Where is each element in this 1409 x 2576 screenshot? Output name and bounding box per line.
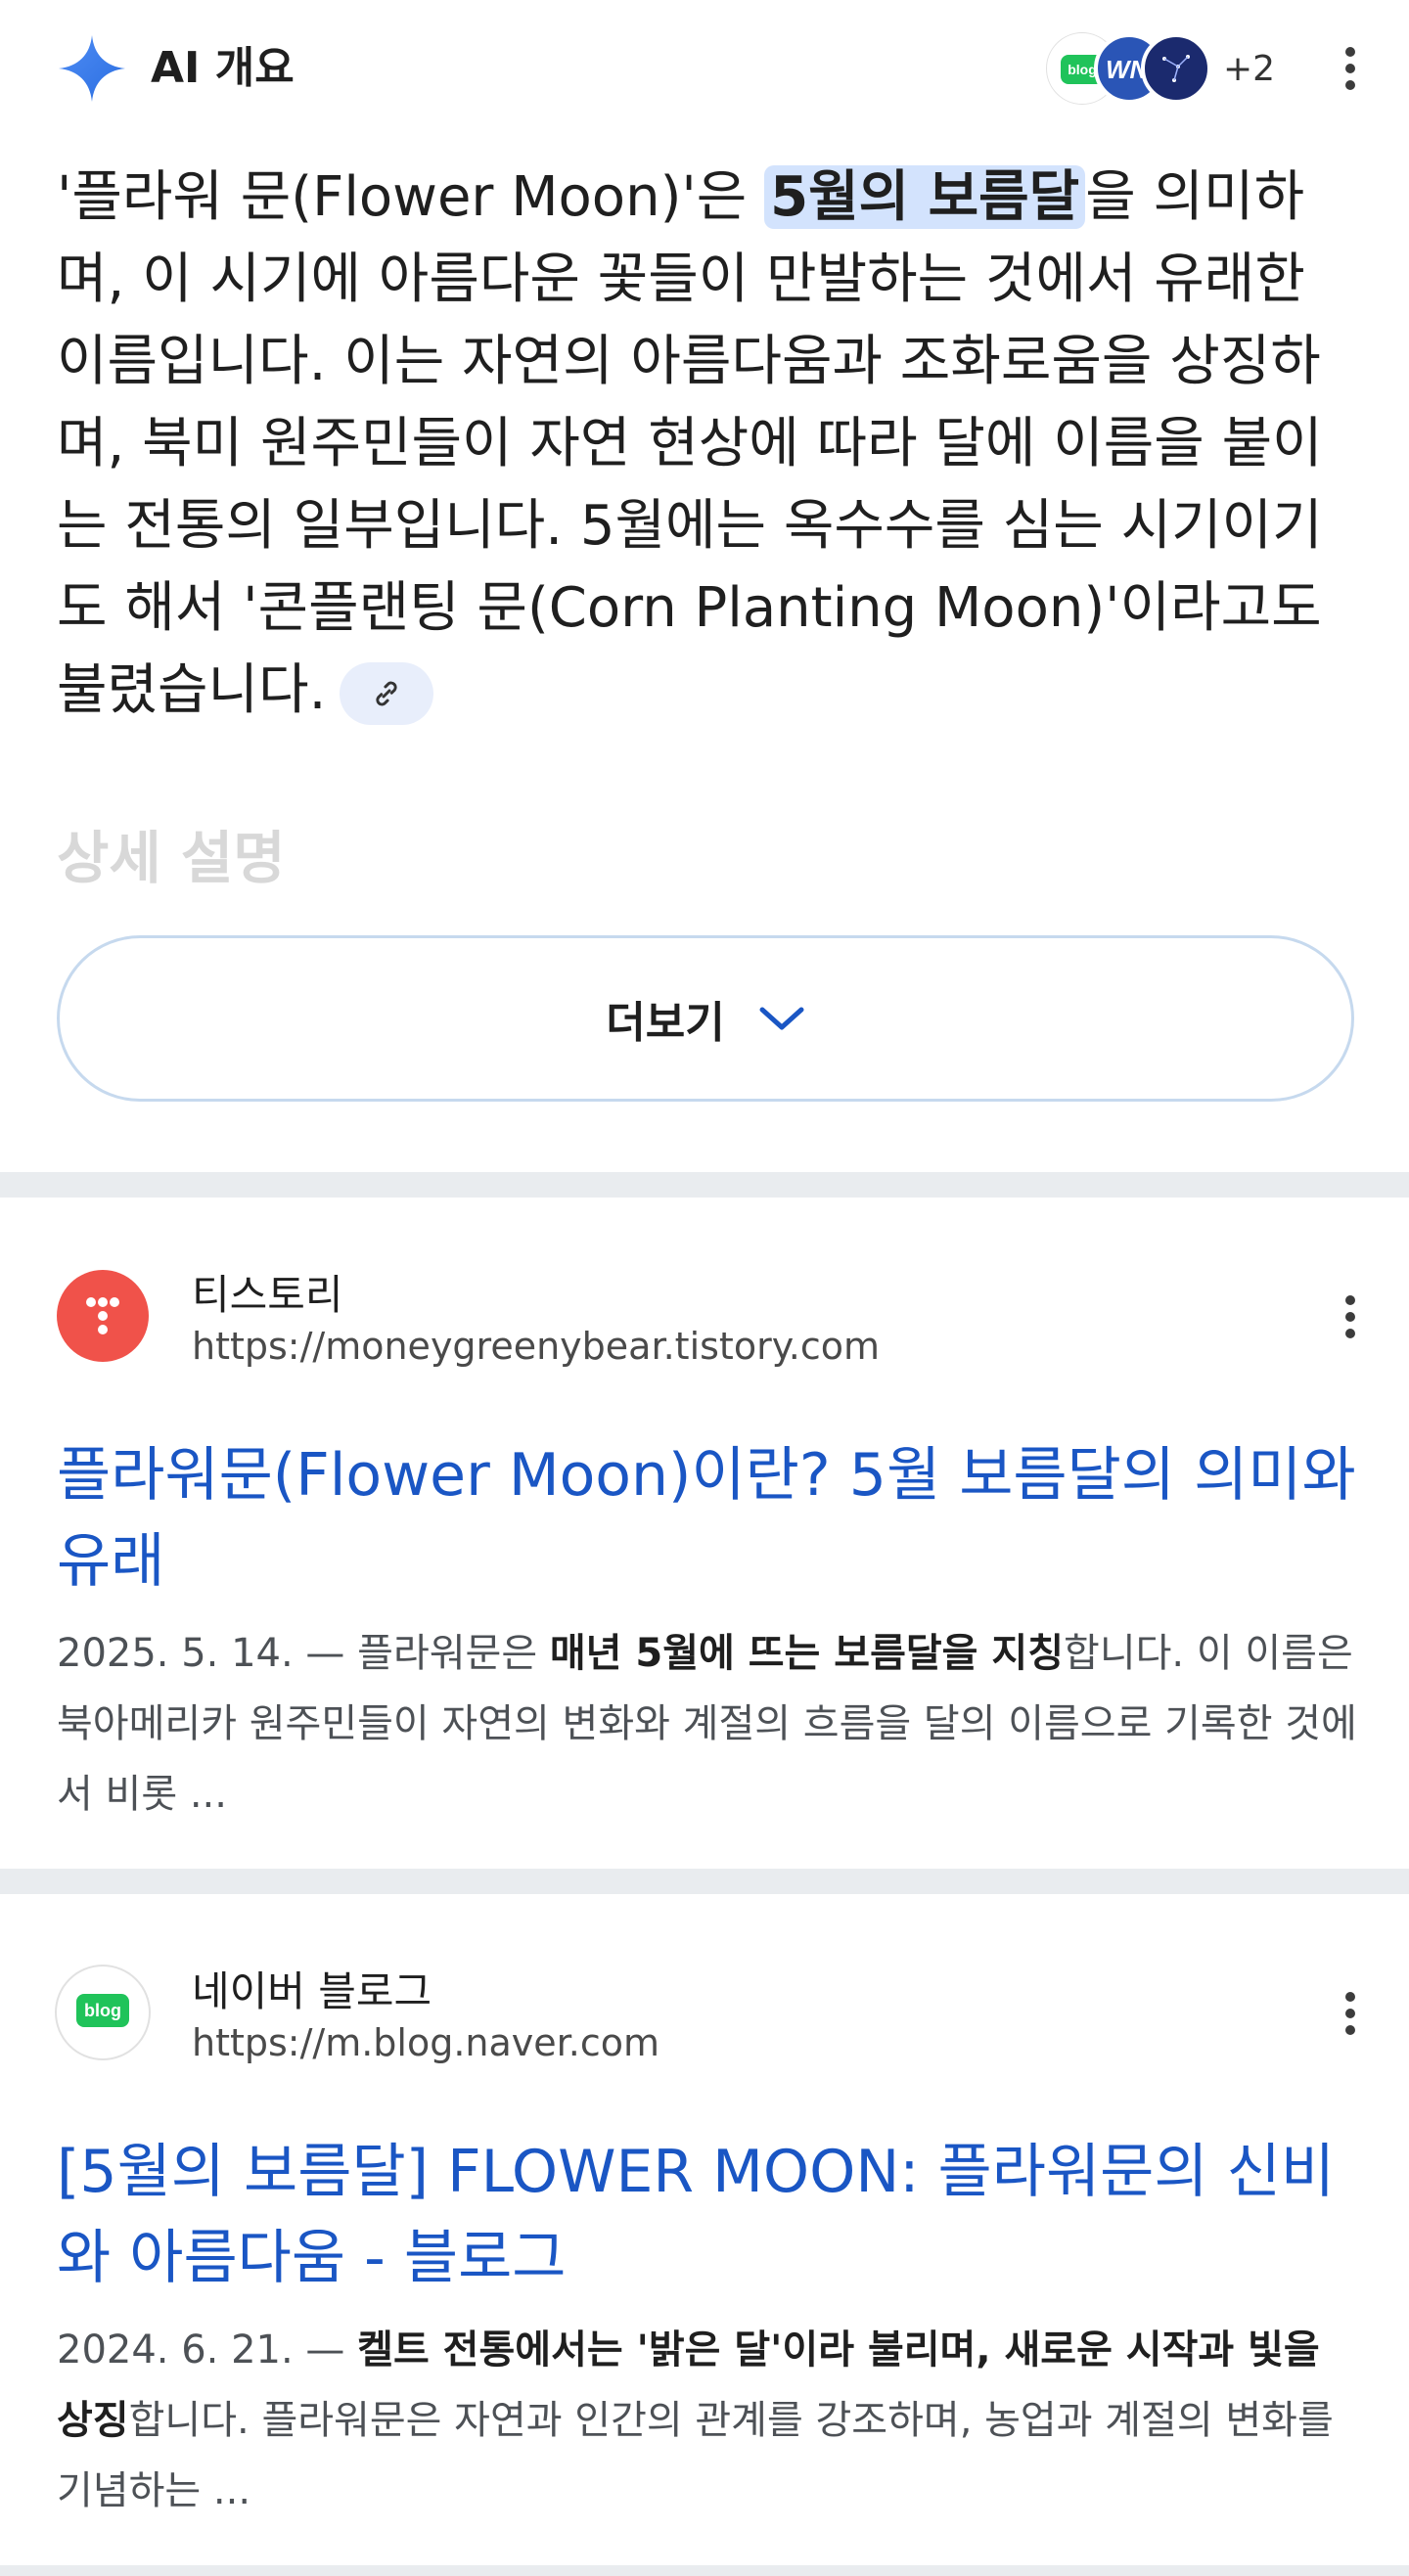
snippet-part: 플라워문은 [357,1631,550,1676]
result-date: 2025. 5. 14. — [57,1631,358,1676]
result-snippet: 2024. 6. 21. — 켈트 전통에서는 '밝은 달'이라 불리며, 새로… [57,2315,1358,2526]
tistory-logo [86,1297,119,1334]
show-more-button[interactable]: 더보기 [57,935,1354,1102]
snippet-bold: 매년 5월에 뜨는 보름달을 지칭 [549,1631,1065,1676]
result-url[interactable]: https://moneygreenybear.tistory.com [192,1325,880,1368]
ai-overview-text: '플라워 문(Flower Moon)'은 5월의 보름달 을 의미하며, 이 시… [57,157,1368,732]
search-result: blog 네이버 블로그 https://m.blog.naver.com [5… [0,1894,1409,2565]
section-divider [0,1172,1409,1198]
search-result: 티스토리 https://moneygreenybear.tistory.com… [0,1198,1409,1869]
search-results-page: AI 개요 blog WN +2 '플라워 문(Flower Moon)'은 5… [0,0,1409,2576]
ai-text-highlight: 5월의 보름달 [764,165,1086,229]
section-divider [0,1869,1409,1894]
tistory-icon[interactable] [57,1270,149,1362]
ai-overview-header: AI 개요 blog WN +2 [57,33,1370,104]
source-avatar-star[interactable] [1141,33,1211,104]
source-link-chip[interactable] [340,661,434,725]
ai-overview-card: AI 개요 blog WN +2 '플라워 문(Flower Moon)'은 5… [0,0,1409,1172]
link-icon [376,681,398,706]
ai-overview-title: AI 개요 [151,43,295,93]
section-divider [0,2565,1409,2576]
result-overflow-menu-icon[interactable] [1331,1986,1370,2041]
result-date: 2024. 6. 21. — [57,2327,358,2373]
result-site-name: 네이버 블로그 [192,1967,432,2015]
result-title-link[interactable]: [5월의 보름달] FLOWER MOON: 플라워문의 신비와 아름다움 - … [57,2129,1358,2301]
more-sources-count[interactable]: +2 [1223,49,1275,89]
chevron-down-icon [759,1007,804,1030]
result-snippet: 2025. 5. 14. — 플라워문은 매년 5월에 뜨는 보름달을 지칭합니… [57,1618,1358,1830]
ai-text-after: 을 의미하며, 이 시기에 아름다운 꽃들이 만발하는 것에서 유래한 이름입니… [57,165,1323,722]
blog-badge: blog [76,1994,129,2027]
result-url[interactable]: https://m.blog.naver.com [192,2021,659,2064]
gemini-spark-icon [59,35,125,102]
result-title-link[interactable]: 플라워문(Flower Moon)이란? 5월 보름달의 의미와 유래 [57,1432,1358,1604]
result-site-name: 티스토리 [192,1271,343,1319]
faded-section-heading: 상세 설명 [57,825,286,891]
snippet-part: 합니다. 플라워문은 자연과 인간의 관계를 강조하며, 농업과 계절의 변화를… [57,2398,1334,2513]
overflow-menu-icon[interactable] [1331,41,1370,96]
result-overflow-menu-icon[interactable] [1331,1289,1370,1344]
source-avatars[interactable]: blog WN +2 [1047,33,1301,104]
constellation-icon [1162,55,1190,82]
naver-blog-icon[interactable]: blog [57,1966,149,2058]
show-more-label: 더보기 [606,998,725,1048]
ai-text-before: '플라워 문(Flower Moon)'은 [57,165,765,229]
